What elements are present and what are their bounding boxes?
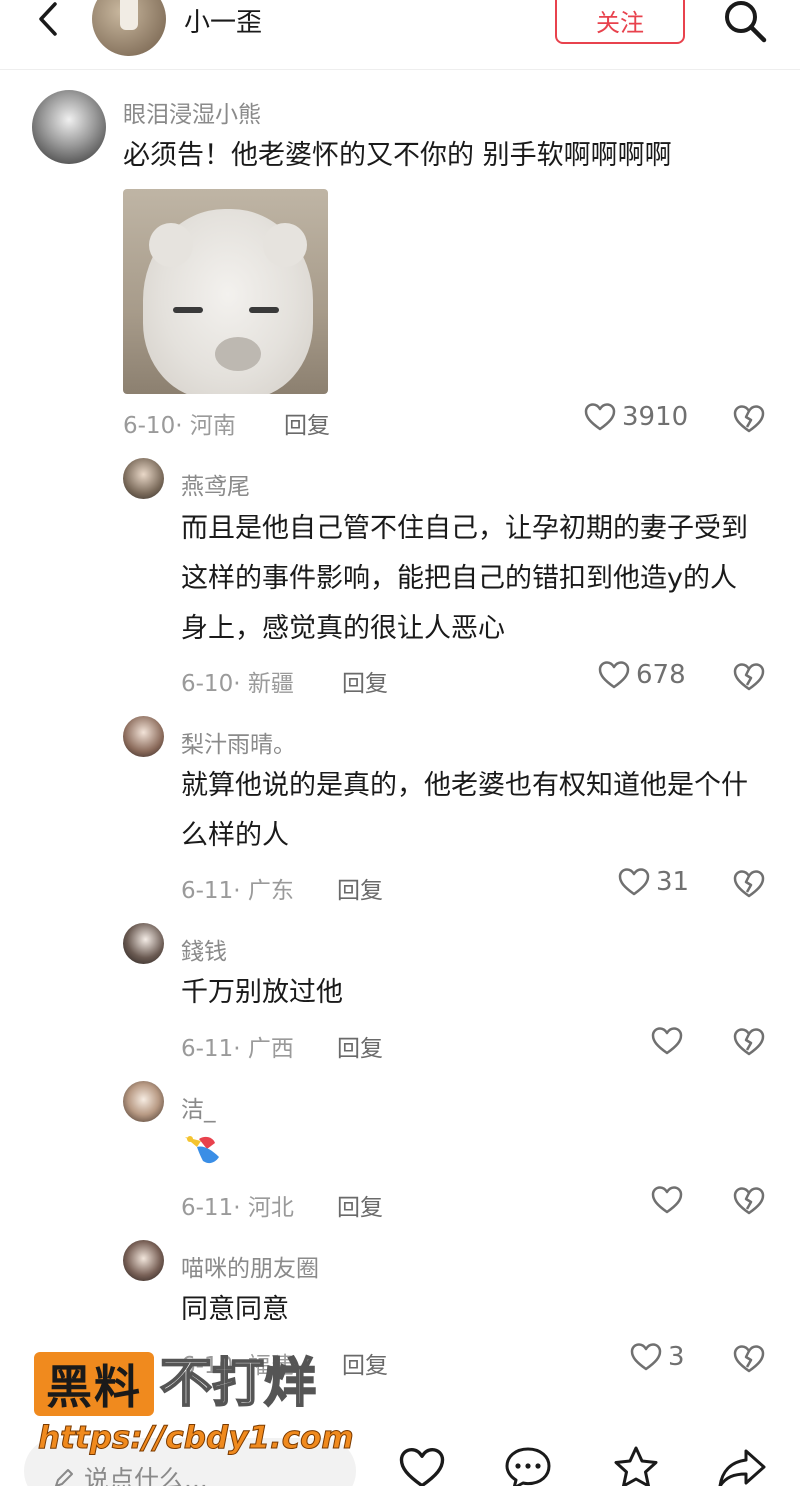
favorite-post-button[interactable] (610, 1442, 662, 1486)
dislike-button[interactable] (733, 869, 765, 903)
reply-button[interactable]: 回复 (337, 871, 383, 905)
like-button[interactable]: 3 (630, 1342, 685, 1372)
like-button[interactable] (651, 1185, 683, 1215)
broken-heart-icon (733, 1345, 765, 1373)
reply-button[interactable]: 回复 (342, 664, 388, 698)
like-count: 3 (668, 1342, 685, 1372)
search-icon (725, 1, 767, 43)
chat-bubble-icon (505, 1447, 551, 1486)
comment-input-placeholder-text: 说点什么... (84, 1465, 208, 1486)
watermark-text: 不打烊 (159, 1353, 317, 1415)
comment-text: 必须告！他老婆怀的又不你的 别手软啊啊啊啊 (123, 140, 672, 171)
user-avatar[interactable] (123, 458, 164, 499)
reply-button[interactable]: 回复 (284, 406, 330, 440)
comment-date-location: 6-10· 河南 (123, 413, 236, 439)
user-avatar[interactable] (123, 1081, 164, 1122)
broken-heart-icon (733, 870, 765, 898)
watermark-url: https://cbdy1.com (38, 1420, 355, 1457)
comment-username[interactable]: 洁_ (181, 1090, 216, 1124)
heart-icon (584, 403, 616, 431)
broken-heart-icon (733, 1187, 765, 1215)
comment-input-placeholder: 说点什么... (52, 1460, 208, 1486)
author-avatar[interactable] (92, 0, 166, 56)
like-button[interactable] (651, 1026, 683, 1056)
dislike-button[interactable] (733, 1344, 765, 1378)
dislike-button[interactable] (733, 404, 765, 438)
comment-username[interactable]: 喵咪的朋友圈 (181, 1249, 319, 1283)
comment-username[interactable]: 梨汁雨晴。 (181, 725, 296, 759)
user-avatar[interactable] (123, 923, 164, 964)
comment-text: 同意同意 (181, 1294, 289, 1325)
broken-heart-icon (733, 1028, 765, 1056)
dislike-button[interactable] (733, 662, 765, 696)
comment-date-location: 6-11· 广西 (181, 1036, 294, 1062)
comment-date-location: 6-11· 广东 (181, 878, 294, 904)
comment-date-location: 6-10· 新疆 (181, 671, 294, 697)
like-count: 678 (636, 660, 686, 690)
user-avatar[interactable] (32, 90, 106, 164)
comment-text: 就算他说的是真的，他老婆也有权知道他是个什么样的人 (181, 770, 748, 851)
heart-icon (618, 868, 650, 896)
heart-icon (651, 1027, 683, 1055)
follow-button[interactable]: 关注 (555, 0, 685, 44)
back-button[interactable] (28, 0, 68, 40)
comment-username[interactable]: 燕鸢尾 (181, 467, 250, 501)
reply-button[interactable]: 回复 (337, 1029, 383, 1063)
comment-text: 千万别放过他 (181, 977, 343, 1008)
like-count: 31 (656, 867, 690, 897)
broken-heart-icon (733, 405, 765, 433)
pencil-icon (55, 1469, 73, 1486)
like-button[interactable]: 31 (618, 867, 689, 897)
heart-icon (399, 1447, 445, 1486)
dislike-button[interactable] (733, 1027, 765, 1061)
comment-text: 而且是他自己管不住自己，让孕初期的妻子受到这样的事件影响，能把自己的错扣到他造y… (181, 513, 748, 644)
comment-username[interactable]: 錢钱 (181, 932, 227, 966)
comment-date-location: 6-11· 河北 (181, 1195, 294, 1221)
dislike-button[interactable] (733, 1186, 765, 1220)
chevron-left-icon (39, 2, 57, 36)
author-name[interactable]: 小一歪 (184, 2, 262, 39)
comment-post-button[interactable] (502, 1442, 554, 1486)
heart-icon (630, 1343, 662, 1371)
heart-icon (598, 661, 630, 689)
star-icon (614, 1446, 658, 1486)
meme-image[interactable] (123, 189, 328, 394)
watermark-badge: 黑料 (34, 1352, 154, 1416)
like-count: 3910 (622, 402, 689, 432)
user-avatar[interactable] (123, 716, 164, 757)
like-button[interactable]: 3910 (584, 402, 688, 432)
top-header: 小一歪 关注 (0, 0, 800, 70)
search-button[interactable] (720, 0, 770, 46)
like-button[interactable]: 678 (598, 660, 686, 690)
heart-icon (651, 1186, 683, 1214)
share-arrow-icon (718, 1449, 766, 1486)
broken-heart-icon (733, 663, 765, 691)
user-avatar[interactable] (123, 1240, 164, 1281)
reply-button[interactable]: 回复 (337, 1188, 383, 1222)
sticker-emoji-icon (185, 1136, 219, 1164)
share-post-button[interactable] (716, 1442, 768, 1486)
reply-button[interactable]: 回复 (342, 1346, 388, 1380)
like-post-button[interactable] (396, 1442, 448, 1486)
comment-username[interactable]: 眼泪浸湿小熊 (123, 95, 261, 129)
